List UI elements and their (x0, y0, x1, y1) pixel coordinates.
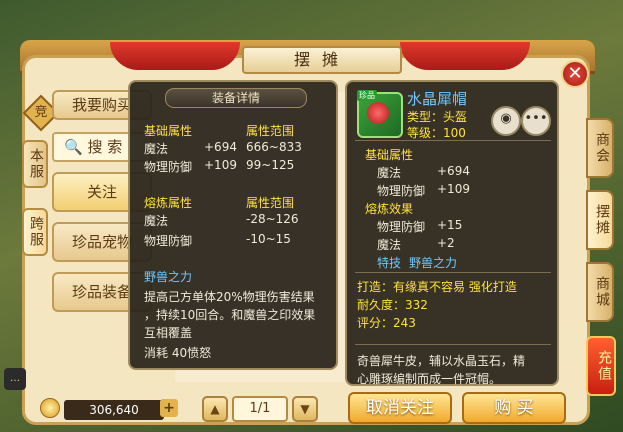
tab-cross-server[interactable]: 跨服 (22, 208, 48, 256)
attr-value: +15 (437, 218, 463, 232)
forge-info: 打造：有缘真不容易 强化打造 (357, 280, 517, 294)
chat-button[interactable]: … (4, 368, 26, 390)
skill-desc-line: ，持续10回合。和魔兽之印效果 (144, 308, 316, 322)
attr-value: +109 (437, 182, 470, 196)
stunt-label: 特技 (377, 256, 402, 270)
unfollow-button[interactable]: 取消关注 (348, 392, 452, 424)
skill-desc-line: 提高己方单体20%物理伤害结果 (144, 290, 315, 304)
attr-name: 魔法 (377, 166, 402, 180)
close-button[interactable]: ✕ (561, 60, 589, 88)
chat-icon: … (10, 373, 20, 384)
attr-range: -10~15 (246, 232, 291, 246)
add-money-button[interactable]: + (160, 399, 178, 417)
attr-name: 物理防御 (144, 234, 193, 248)
coin-icon (40, 398, 60, 418)
attr-value: +2 (437, 236, 455, 250)
base-range-title: 属性范围 (246, 124, 295, 138)
window-title: 摆摊 (242, 46, 402, 74)
more-icon: ••• (524, 111, 548, 126)
eye-icon: ◉ (500, 111, 512, 126)
attr-range: -28~126 (246, 212, 299, 226)
skill-name: 野兽之力 (144, 270, 193, 284)
skill-desc-line: 互相覆盖 (144, 326, 193, 340)
recharge-button[interactable]: 充值 (586, 336, 616, 396)
refine-title: 熔炼效果 (365, 202, 414, 216)
money-amount: 306,640 (64, 400, 164, 420)
red-drape-right (400, 42, 530, 70)
rare-tag: 珍品 (357, 90, 377, 101)
next-page-button[interactable]: ▼ (292, 396, 318, 422)
red-drape-left (110, 42, 240, 70)
prev-page-button[interactable]: ▲ (202, 396, 228, 422)
up-arrow-icon: ▲ (210, 402, 220, 416)
attr-name: 物理防御 (144, 160, 193, 174)
attr-value: +694 (204, 140, 237, 154)
item-desc-line: 奇兽犀牛皮，辅以水晶玉石，精 (357, 354, 526, 368)
stunt-name: 野兽之力 (409, 256, 458, 270)
divider (355, 344, 551, 345)
attr-name: 魔法 (144, 214, 169, 228)
down-arrow-icon: ▼ (300, 402, 310, 416)
attr-name: 物理防御 (377, 220, 426, 234)
item-desc-line: 心雕琢编制而成一件冠帽。 (357, 372, 502, 386)
tab-local-server[interactable]: 本服 (22, 140, 48, 188)
durability: 耐久度：332 (357, 298, 428, 312)
divider (355, 272, 551, 273)
equipment-detail-panel: 装备详情 基础属性 属性范围 魔法 +694 666~833 物理防御 +109… (128, 80, 338, 370)
item-level: 等级：100 (407, 126, 466, 140)
tab-chamber[interactable]: 商会 (586, 118, 614, 178)
attr-value: +694 (437, 164, 470, 178)
refine-range-title: 属性范围 (246, 196, 295, 210)
helmet-icon (367, 102, 389, 124)
attr-range: 666~833 (246, 140, 302, 154)
refine-attr-title: 熔炼属性 (144, 196, 193, 210)
buy-button[interactable]: 购 买 (462, 392, 566, 424)
divider (355, 140, 551, 141)
attr-name: 魔法 (144, 142, 169, 156)
search-icon: 🔍 (64, 138, 83, 156)
item-tooltip-panel: 珍品 水晶犀帽 类型：头盔 等级：100 ◉ ••• 基础属性 魔法 +694 … (345, 80, 559, 386)
item-icon: 珍品 (357, 90, 403, 138)
item-type: 类型：头盔 (407, 110, 468, 124)
close-icon: ✕ (567, 63, 583, 84)
score: 评分：243 (357, 316, 416, 330)
base-attr-title: 基础属性 (365, 148, 414, 162)
view-button[interactable]: ◉ (491, 106, 521, 136)
attr-range: 99~125 (246, 158, 295, 172)
attr-name: 物理防御 (377, 184, 426, 198)
attr-name: 魔法 (377, 238, 402, 252)
tab-stall[interactable]: 摆摊 (586, 190, 614, 250)
base-attr-title: 基础属性 (144, 124, 193, 138)
more-button[interactable]: ••• (521, 106, 551, 136)
panel-header: 装备详情 (165, 88, 307, 108)
attr-value: +109 (204, 158, 237, 172)
item-name: 水晶犀帽 (407, 90, 468, 108)
page-indicator: 1/1 (232, 396, 288, 422)
skill-cost: 消耗 40愤怒 (144, 346, 212, 360)
tab-mall[interactable]: 商城 (586, 262, 614, 322)
